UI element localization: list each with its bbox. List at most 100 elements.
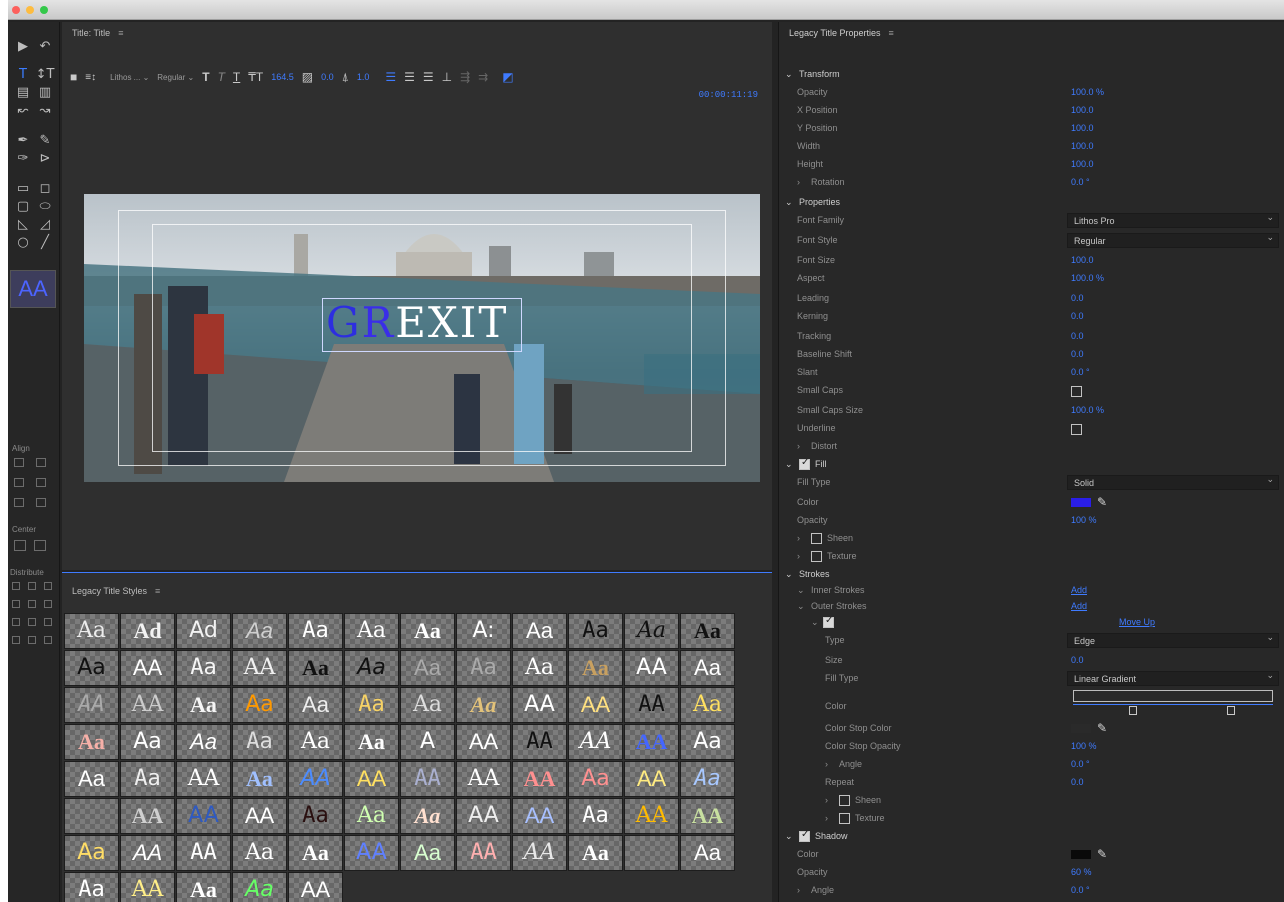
style-swatch[interactable]: Aa <box>400 650 455 686</box>
style-swatch[interactable]: Aa <box>176 724 231 760</box>
rotation-row[interactable]: › Rotation 0.0 ° <box>779 174 1284 192</box>
style-swatch[interactable]: AA <box>512 724 567 760</box>
style-swatch[interactable]: Aa <box>64 650 119 686</box>
title-canvas-video-frame[interactable]: GREXIT <box>84 194 760 482</box>
shadow-color-swatch[interactable] <box>1071 850 1091 859</box>
style-swatch[interactable]: AA <box>512 761 567 797</box>
distribute-icon-7[interactable] <box>12 618 20 626</box>
style-swatch[interactable]: AA <box>120 687 175 723</box>
style-swatch[interactable]: Aa <box>232 835 287 871</box>
style-swatch[interactable]: Aa <box>288 650 343 686</box>
font-size-prop-value[interactable]: 100.0 <box>1071 255 1094 265</box>
style-swatch[interactable]: Ad <box>120 613 175 649</box>
height-value[interactable]: 100.0 <box>1071 159 1094 169</box>
style-swatch[interactable]: Aa <box>232 613 287 649</box>
stroke-texture-checkbox[interactable] <box>839 813 850 824</box>
style-swatch[interactable]: AA <box>176 835 231 871</box>
transform-section[interactable]: ⌄ Transform <box>779 66 1284 84</box>
selection-tool-icon[interactable]: ▶ <box>12 36 34 56</box>
underline-icon[interactable]: T <box>233 70 240 84</box>
style-swatch[interactable]: Aa <box>680 761 735 797</box>
font-family-dropdown[interactable]: Lithos ... ⌄ <box>110 72 150 82</box>
style-swatch[interactable]: Aa <box>568 835 623 871</box>
text-direction-icon[interactable]: ⇉ <box>478 70 488 84</box>
font-style-select[interactable]: Regular <box>1067 232 1279 248</box>
style-swatch[interactable]: AA <box>120 650 175 686</box>
distort-row[interactable]: › Distort <box>779 438 1284 456</box>
style-swatch[interactable]: Aa <box>176 687 231 723</box>
properties-section[interactable]: ⌄ Properties <box>779 194 1284 212</box>
style-swatch[interactable]: AA <box>288 761 343 797</box>
rotation-tool-icon[interactable]: ↶ <box>34 36 56 56</box>
gradient-preview-bar[interactable] <box>1073 690 1273 702</box>
line-tool-icon[interactable]: ╱ <box>34 232 56 252</box>
roll-crawl-icon[interactable]: ≡↕ <box>85 72 96 83</box>
convert-anchor-tool-icon[interactable]: ⊳ <box>34 148 56 168</box>
align-left-icon[interactable] <box>14 458 24 467</box>
style-swatch[interactable]: Aa <box>64 835 119 871</box>
stroke-fill-type-select[interactable]: Linear Gradient <box>1067 670 1279 686</box>
fill-checkbox[interactable] <box>799 457 810 470</box>
align-top-icon[interactable] <box>36 458 46 467</box>
bold-icon[interactable]: T <box>202 70 209 84</box>
distribute-icon-8[interactable] <box>28 618 36 626</box>
underline-checkbox[interactable] <box>1071 424 1082 435</box>
style-swatch[interactable]: Aa <box>64 761 119 797</box>
style-swatch[interactable]: AA <box>64 687 119 723</box>
font-size-value[interactable]: 164.5 <box>271 72 294 82</box>
style-swatch[interactable]: Aa <box>232 724 287 760</box>
title-text-object[interactable]: GREXIT <box>326 302 508 344</box>
stroke-sheen-checkbox[interactable] <box>839 795 850 806</box>
ellipse-tool-icon[interactable]: ○ <box>12 232 34 252</box>
properties-menu-icon[interactable]: ≡ <box>889 28 894 38</box>
style-swatch[interactable]: Aa <box>288 687 343 723</box>
aspect-value[interactable]: 100.0 % <box>1071 273 1104 283</box>
slant-value[interactable]: 0.0 ° <box>1071 367 1090 377</box>
distribute-icon-9[interactable] <box>44 618 52 626</box>
rounded-rectangle-tool-icon[interactable]: ▢ <box>12 196 34 216</box>
style-swatch[interactable]: Aa <box>176 650 231 686</box>
width-value[interactable]: 100.0 <box>1071 141 1094 151</box>
gradient-stop-left[interactable] <box>1129 706 1137 715</box>
style-swatch[interactable]: AA <box>680 798 735 834</box>
new-title-icon[interactable]: ■ <box>70 70 77 84</box>
style-swatch[interactable]: Aa <box>680 650 735 686</box>
y-position-value[interactable]: 100.0 <box>1071 123 1094 133</box>
tab-stops-icon[interactable]: ⊥ <box>442 70 452 84</box>
style-swatch[interactable]: AA <box>288 872 343 902</box>
fill-sheen-row[interactable]: › Sheen <box>779 530 1284 548</box>
fill-opacity-value[interactable]: 100 % <box>1071 515 1097 525</box>
style-swatch[interactable]: Aa <box>400 687 455 723</box>
style-swatch[interactable]: Aa <box>288 724 343 760</box>
timecode-display[interactable]: 00:00:11:19 <box>699 90 758 100</box>
style-swatch[interactable]: AA <box>176 761 231 797</box>
minimize-window-button[interactable] <box>26 6 34 14</box>
style-swatch[interactable]: Aa <box>344 650 399 686</box>
style-swatch[interactable]: Aa <box>288 835 343 871</box>
opacity-value[interactable]: 100.0 % <box>1071 87 1104 97</box>
vertical-path-type-tool-icon[interactable]: ↝ <box>34 100 56 120</box>
distribute-icon-5[interactable] <box>28 600 36 608</box>
align-center-h-icon[interactable] <box>14 478 24 487</box>
vertical-type-tool-icon[interactable]: ↕T <box>34 64 56 84</box>
style-swatch[interactable]: Aa <box>176 872 231 902</box>
show-background-icon[interactable]: ◩ <box>502 70 513 84</box>
stroke-texture-row[interactable]: › Texture <box>779 810 1284 828</box>
style-swatch[interactable]: Aa <box>120 761 175 797</box>
style-swatch[interactable]: AA <box>624 687 679 723</box>
delete-anchor-tool-icon[interactable]: ✎ <box>34 130 56 150</box>
style-swatch[interactable]: Aa <box>568 650 623 686</box>
sheen-checkbox[interactable] <box>811 533 822 544</box>
fill-type-select[interactable]: Solid <box>1067 474 1279 490</box>
style-swatch[interactable]: AA <box>624 650 679 686</box>
angle-value[interactable]: 0.0 ° <box>1071 759 1090 769</box>
align-bottom-icon[interactable] <box>36 498 46 507</box>
stroke-angle-row[interactable]: › Angle 0.0 ° <box>779 756 1284 774</box>
small-caps-checkbox[interactable] <box>1071 386 1082 397</box>
style-swatch[interactable]: AA <box>120 872 175 902</box>
style-swatch[interactable]: Aa <box>232 872 287 902</box>
move-up-link[interactable]: Move Up <box>1119 617 1155 627</box>
outer-stroke-item-row[interactable]: ⌄ Move Up <box>779 614 1284 632</box>
styles-menu-icon[interactable]: ≡ <box>155 586 160 596</box>
shadow-eyedropper-icon[interactable]: ✎ <box>1097 847 1107 861</box>
